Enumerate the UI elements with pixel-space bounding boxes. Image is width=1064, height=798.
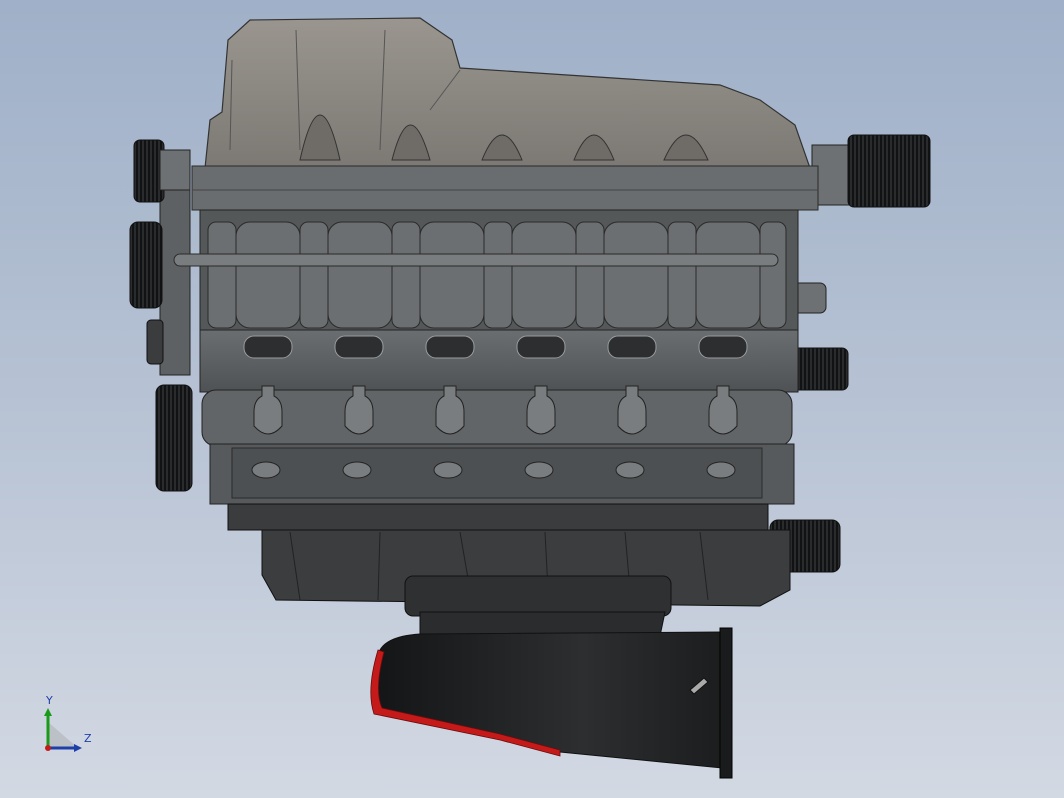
exhaust-port — [607, 335, 657, 359]
head-stud-boss — [433, 461, 463, 479]
head-stud-boss — [342, 461, 372, 479]
head-stud-boss — [251, 461, 281, 479]
crankcase — [227, 503, 791, 617]
head-stud-boss — [615, 461, 645, 479]
z-axis-label: Z — [84, 732, 92, 745]
z-axis-arrow — [74, 744, 82, 752]
origin-dot — [45, 745, 51, 751]
intake-runners — [173, 209, 799, 331]
engine-model[interactable] — [0, 0, 1064, 798]
exhaust-port — [698, 335, 748, 359]
triad-plane — [48, 722, 78, 748]
y-axis-arrow — [44, 708, 52, 716]
y-axis-label: Y — [46, 694, 53, 707]
reference-triad: Y Z — [36, 694, 106, 760]
intake-snorkel — [370, 611, 733, 779]
head-stud-boss — [524, 461, 554, 479]
upper-cover — [204, 17, 811, 169]
graphics-viewport[interactable]: Y Z — [0, 0, 1064, 798]
left-accessory-drive — [129, 139, 193, 492]
plenum-band — [191, 165, 819, 211]
cylinder-head — [199, 329, 799, 393]
exhaust-port — [243, 335, 293, 359]
exhaust-port — [516, 335, 566, 359]
engine-block — [201, 385, 795, 505]
exhaust-port — [334, 335, 384, 359]
head-stud-boss — [706, 461, 736, 479]
fuel-rail — [173, 253, 779, 267]
exhaust-port — [425, 335, 475, 359]
